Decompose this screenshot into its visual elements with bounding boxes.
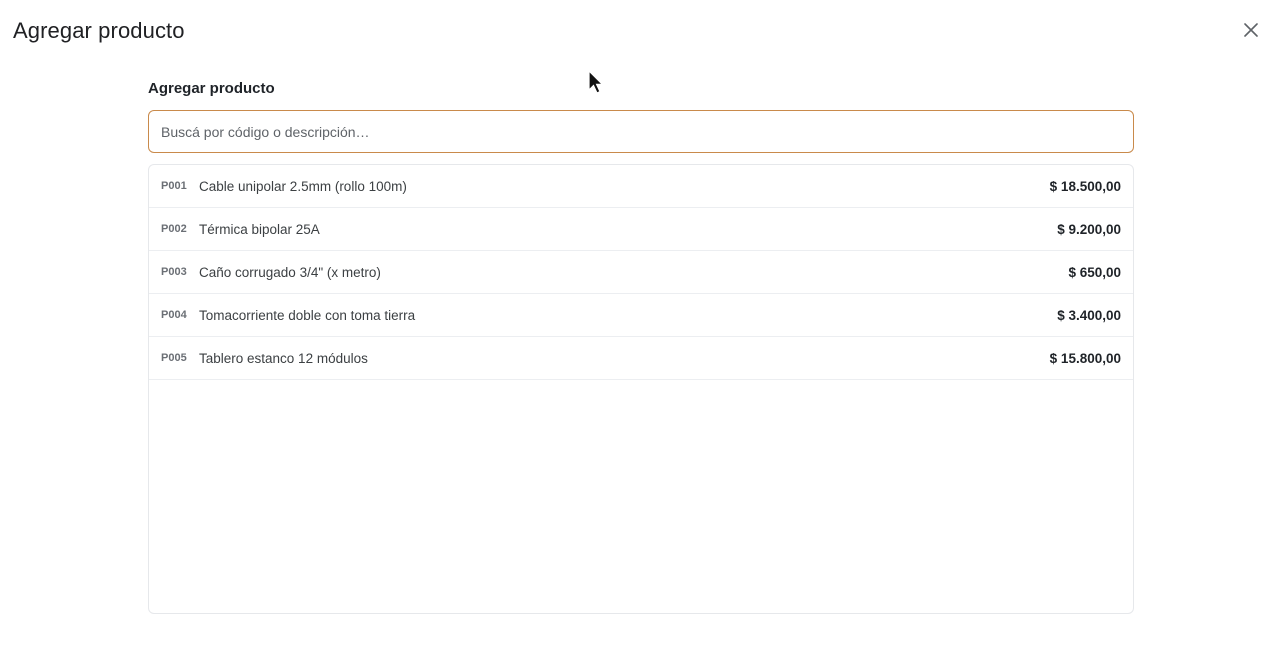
product-description: Cable unipolar 2.5mm (rollo 100m) bbox=[199, 178, 407, 194]
product-description: Térmica bipolar 25A bbox=[199, 221, 320, 237]
section-title: Agregar producto bbox=[148, 80, 275, 97]
product-price: $ 15.800,00 bbox=[1049, 350, 1121, 366]
product-code: P004 bbox=[161, 309, 187, 321]
product-row[interactable]: P001 Cable unipolar 2.5mm (rollo 100m) $… bbox=[149, 165, 1133, 208]
product-list: P001 Cable unipolar 2.5mm (rollo 100m) $… bbox=[148, 164, 1134, 614]
mouse-cursor-icon bbox=[587, 69, 605, 96]
product-description: Tomacorriente doble con toma tierra bbox=[199, 307, 416, 323]
product-price: $ 3.400,00 bbox=[1057, 307, 1121, 323]
product-row[interactable]: P003 Caño corrugado 3/4" (x metro) $ 650… bbox=[149, 251, 1133, 294]
product-code: P002 bbox=[161, 223, 187, 235]
add-product-form: Agregar producto P001 Cable unipolar 2.5… bbox=[148, 80, 1134, 614]
product-description: Caño corrugado 3/4" (x metro) bbox=[199, 264, 381, 280]
add-product-dialog: Agregar producto Agregar producto P001 C… bbox=[0, 0, 1276, 671]
product-price: $ 18.500,00 bbox=[1049, 178, 1121, 194]
close-button[interactable] bbox=[1238, 18, 1264, 44]
product-description: Tablero estanco 12 módulos bbox=[199, 350, 368, 366]
product-row[interactable]: P005 Tablero estanco 12 módulos $ 15.800… bbox=[149, 337, 1133, 380]
product-code: P001 bbox=[161, 180, 187, 192]
product-search-input[interactable] bbox=[148, 110, 1134, 153]
product-code: P005 bbox=[161, 352, 187, 364]
product-price: $ 9.200,00 bbox=[1057, 221, 1121, 237]
product-row[interactable]: P004 Tomacorriente doble con toma tierra… bbox=[149, 294, 1133, 337]
product-code: P003 bbox=[161, 266, 187, 278]
product-row[interactable]: P002 Térmica bipolar 25A $ 9.200,00 bbox=[149, 208, 1133, 251]
product-price: $ 650,00 bbox=[1068, 264, 1121, 280]
close-icon bbox=[1244, 22, 1258, 40]
dialog-title: Agregar producto bbox=[13, 18, 185, 43]
